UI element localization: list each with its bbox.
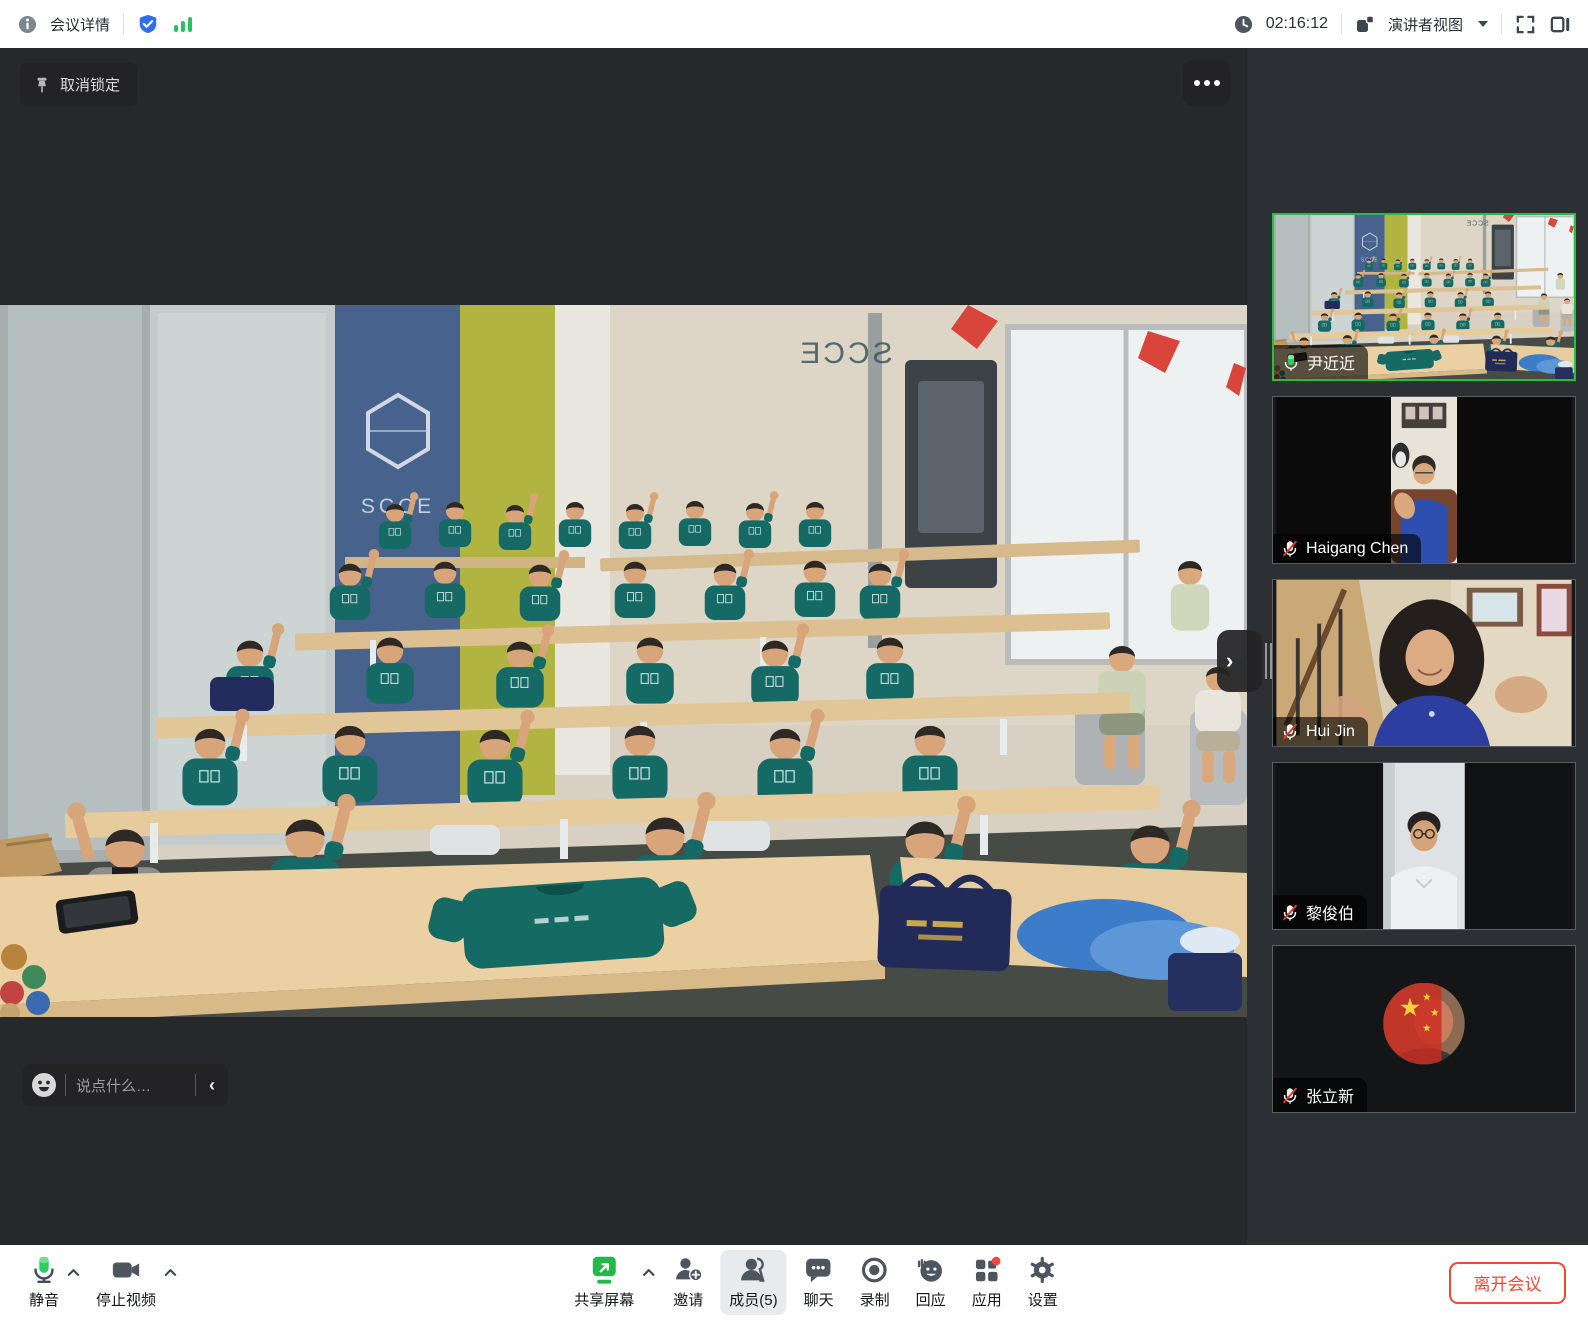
participant-label: Hui Jin xyxy=(1273,717,1368,746)
mute-button[interactable]: 静音 xyxy=(20,1250,68,1315)
security-shield-icon[interactable] xyxy=(137,13,159,35)
divider xyxy=(1501,14,1502,34)
microphone-icon xyxy=(29,1255,59,1285)
sidebar-collapse-button[interactable]: › xyxy=(1217,630,1262,692)
panel-resize-handle[interactable] xyxy=(1265,643,1273,679)
participant-label: Haigang Chen xyxy=(1273,534,1421,563)
participant-tile-lijunbo[interactable]: 黎俊伯 xyxy=(1272,762,1576,930)
leave-meeting-button[interactable]: 离开会议 xyxy=(1449,1262,1566,1304)
divider xyxy=(123,14,124,34)
main-video xyxy=(0,305,1247,1017)
main-stage: 取消锁定 说点什么… ‹ › xyxy=(0,48,1247,1245)
view-mode-dropdown[interactable]: 演讲者视图 xyxy=(1388,14,1463,35)
quick-chat-bar: 说点什么… ‹ xyxy=(22,1064,228,1106)
share-screen-icon xyxy=(589,1255,619,1285)
share-options-chevron-icon[interactable] xyxy=(641,1265,656,1280)
stop-video-label: 停止视频 xyxy=(96,1289,156,1310)
settings-button[interactable]: 设置 xyxy=(1019,1250,1067,1315)
side-panel-toggle-icon[interactable] xyxy=(1549,14,1570,35)
participant-name: Haigang Chen xyxy=(1306,540,1408,558)
mic-options-chevron-icon[interactable] xyxy=(66,1265,81,1280)
chat-bubble-icon xyxy=(804,1255,834,1285)
participant-name: 黎俊伯 xyxy=(1306,900,1354,924)
unpin-label: 取消锁定 xyxy=(60,74,120,95)
meeting-window: 会议详情 02:16:12 演讲者视图 xyxy=(0,0,1588,1320)
mic-muted-icon xyxy=(1281,903,1299,922)
mute-label: 静音 xyxy=(29,1289,59,1310)
network-signal-icon xyxy=(172,15,194,33)
participant-name: 尹近近 xyxy=(1307,350,1355,374)
participant-label: 尹近近 xyxy=(1274,345,1368,379)
emoji-icon[interactable] xyxy=(22,1064,65,1106)
svg-text:★: ★ xyxy=(1422,1021,1432,1034)
svg-text:★: ★ xyxy=(1422,990,1432,1003)
chat-collapse-chevron-icon[interactable]: ‹ xyxy=(196,1075,228,1096)
members-button[interactable]: 成员(5) xyxy=(720,1250,786,1315)
more-icon xyxy=(1194,80,1200,86)
mic-muted-icon xyxy=(1281,539,1299,558)
svg-text:★: ★ xyxy=(1399,993,1422,1022)
record-label: 录制 xyxy=(860,1289,890,1310)
divider xyxy=(1341,14,1342,34)
record-button[interactable]: 录制 xyxy=(851,1250,899,1315)
camera-icon xyxy=(111,1255,141,1285)
clock-icon xyxy=(1234,15,1253,34)
info-icon[interactable] xyxy=(18,15,37,34)
mic-on-icon xyxy=(1282,353,1300,372)
layout-view-icon xyxy=(1355,14,1375,34)
meeting-timer: 02:16:12 xyxy=(1266,15,1328,33)
video-options-chevron-icon[interactable] xyxy=(163,1265,178,1280)
svg-text:★: ★ xyxy=(1430,1006,1440,1019)
members-label: 成员(5) xyxy=(729,1289,777,1310)
topbar: 会议详情 02:16:12 演讲者视图 xyxy=(0,0,1588,48)
chat-label: 聊天 xyxy=(804,1289,834,1310)
mic-muted-icon xyxy=(1281,1086,1299,1105)
settings-label: 设置 xyxy=(1028,1289,1058,1310)
invite-person-icon xyxy=(673,1255,703,1285)
apps-grid-icon xyxy=(972,1255,1002,1285)
mic-muted-icon xyxy=(1281,722,1299,741)
share-screen-button[interactable]: 共享屏幕 xyxy=(565,1250,643,1315)
participant-tile-hui-jin[interactable]: Hui Jin xyxy=(1272,579,1576,747)
record-icon xyxy=(860,1255,890,1285)
pin-icon xyxy=(33,76,51,94)
participant-name: 张立新 xyxy=(1306,1083,1354,1107)
gear-icon xyxy=(1028,1255,1058,1285)
reaction-smiley-icon xyxy=(916,1255,946,1285)
reactions-label: 回应 xyxy=(916,1289,946,1310)
meeting-details-button[interactable]: 会议详情 xyxy=(50,14,110,35)
participants-sidebar: 尹近近 xyxy=(1247,48,1588,1245)
participant-label: 黎俊伯 xyxy=(1273,895,1367,929)
more-options-button[interactable] xyxy=(1183,60,1230,106)
participant-name: Hui Jin xyxy=(1306,723,1355,741)
apps-label: 应用 xyxy=(972,1289,1002,1310)
unpin-button[interactable]: 取消锁定 xyxy=(20,63,137,106)
invite-label: 邀请 xyxy=(673,1289,703,1310)
participant-label: 张立新 xyxy=(1273,1078,1367,1112)
participant-tile-haigang-chen[interactable]: Haigang Chen xyxy=(1272,396,1576,564)
participant-tile-yinjinjin[interactable]: 尹近近 xyxy=(1272,213,1576,381)
chat-input[interactable]: 说点什么… xyxy=(66,1075,195,1096)
reactions-button[interactable]: 回应 xyxy=(907,1250,955,1315)
share-screen-label: 共享屏幕 xyxy=(574,1289,634,1310)
chevron-down-icon[interactable] xyxy=(1478,21,1488,27)
members-icon xyxy=(738,1255,768,1285)
apps-button[interactable]: 应用 xyxy=(963,1250,1011,1315)
invite-button[interactable]: 邀请 xyxy=(664,1250,712,1315)
fullscreen-icon[interactable] xyxy=(1515,14,1536,35)
stop-video-button[interactable]: 停止视频 xyxy=(87,1250,165,1315)
participant-tile-zhanglixin[interactable]: ★ ★ ★ ★ 张立新 xyxy=(1272,945,1576,1113)
bottom-toolbar: 静音 停止视频 xyxy=(0,1245,1588,1320)
chat-button[interactable]: 聊天 xyxy=(795,1250,843,1315)
